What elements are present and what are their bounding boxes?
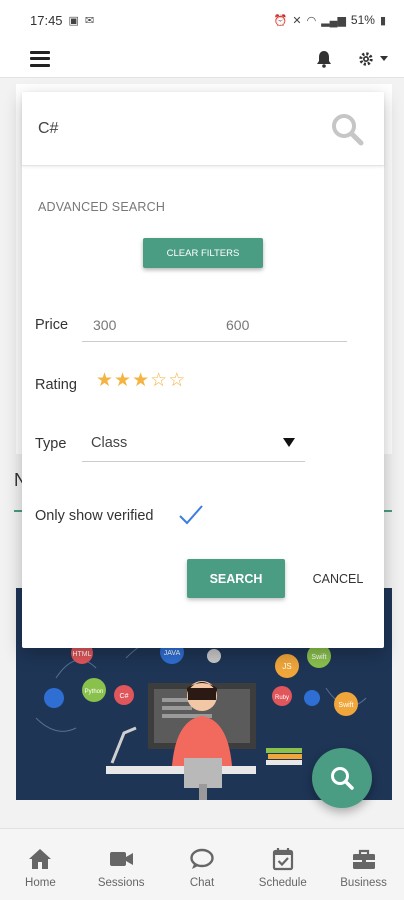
price-max-input[interactable]: 600 xyxy=(226,317,249,333)
battery-percent: 51% xyxy=(350,13,375,27)
cancel-button[interactable]: CANCEL xyxy=(302,559,374,598)
bottom-nav: Home Sessions Chat Schedule Business xyxy=(0,828,404,900)
calendar-check-icon xyxy=(272,848,293,871)
app-bar xyxy=(0,40,404,78)
settings-menu[interactable] xyxy=(358,51,388,67)
star-empty-icon[interactable]: ☆ xyxy=(168,371,185,390)
status-bar: 17:45 ▣ ✉ ⏰ ✕ ◠ ▂▄▆ 51% ▮ xyxy=(0,0,404,40)
type-selected-value: Class xyxy=(91,435,128,451)
search-fab[interactable] xyxy=(312,748,372,808)
star-filled-icon[interactable]: ★ xyxy=(132,371,149,390)
banner-tag-java: JAVA xyxy=(164,650,181,657)
nav-business[interactable]: Business xyxy=(323,829,404,900)
nav-chat[interactable]: Chat xyxy=(162,829,243,900)
star-filled-icon[interactable]: ★ xyxy=(114,371,131,390)
wifi-icon: ◠ xyxy=(306,14,317,27)
nav-label: Chat xyxy=(189,877,215,889)
banner-tag-swift: Swift xyxy=(311,654,326,661)
type-label: Type xyxy=(35,436,67,452)
chat-icon xyxy=(190,848,214,869)
nav-label: Home xyxy=(25,877,56,889)
rating-stars[interactable]: ★ ★ ★ ☆ ☆ xyxy=(96,371,185,390)
type-select[interactable]: Class xyxy=(82,422,305,462)
nav-sessions[interactable]: Sessions xyxy=(81,829,162,900)
nav-label: Schedule xyxy=(258,877,307,889)
gear-icon xyxy=(359,51,373,66)
advanced-search-panel: C# ADVANCED SEARCH CLEAR FILTERS Price 3… xyxy=(22,92,384,648)
banner-tag-swift-2: Swift xyxy=(338,702,353,709)
signal-icon: ▂▄▆ xyxy=(321,14,346,27)
mute-icon: ✕ xyxy=(292,14,302,27)
nav-label: Sessions xyxy=(97,877,145,889)
price-underline xyxy=(82,341,347,342)
briefcase-icon xyxy=(352,849,375,869)
status-time: 17:45 xyxy=(30,12,63,28)
checkmark-icon[interactable] xyxy=(178,504,204,526)
menu-icon[interactable] xyxy=(30,50,50,67)
banner-tag-ruby: Ruby xyxy=(275,695,289,701)
search-icon[interactable] xyxy=(330,112,364,146)
search-icon xyxy=(331,767,354,790)
image-notification-icon: ▣ xyxy=(68,14,79,27)
dropdown-arrow-icon xyxy=(283,438,295,447)
price-min-input[interactable]: 300 xyxy=(93,317,116,333)
advanced-search-title: ADVANCED SEARCH xyxy=(38,200,166,214)
nav-home[interactable]: Home xyxy=(0,829,81,900)
alarm-icon: ⏰ xyxy=(273,14,288,27)
clear-filters-button[interactable]: CLEAR FILTERS xyxy=(143,238,263,268)
search-button[interactable]: SEARCH xyxy=(187,559,285,598)
home-icon xyxy=(29,849,52,869)
banner-tag-js: JS xyxy=(282,662,291,671)
rating-label: Rating xyxy=(35,377,77,393)
nav-label: Business xyxy=(340,877,387,889)
banner-tag-python: Python xyxy=(85,689,104,695)
price-label: Price xyxy=(35,317,69,333)
bell-icon[interactable] xyxy=(316,50,332,68)
nav-schedule[interactable]: Schedule xyxy=(242,829,323,900)
banner-tag-csharp: C# xyxy=(120,693,129,700)
battery-icon: ▮ xyxy=(379,14,386,27)
chevron-down-icon xyxy=(380,55,388,61)
star-empty-icon[interactable]: ☆ xyxy=(150,371,167,390)
video-icon xyxy=(110,852,134,866)
search-input[interactable]: C# xyxy=(38,120,58,138)
search-bar[interactable]: C# xyxy=(22,92,384,166)
star-filled-icon[interactable]: ★ xyxy=(96,371,113,390)
banner-tag-html: HTML xyxy=(72,651,91,658)
verified-label: Only show verified xyxy=(35,508,154,524)
mail-notification-icon: ✉ xyxy=(84,14,95,27)
